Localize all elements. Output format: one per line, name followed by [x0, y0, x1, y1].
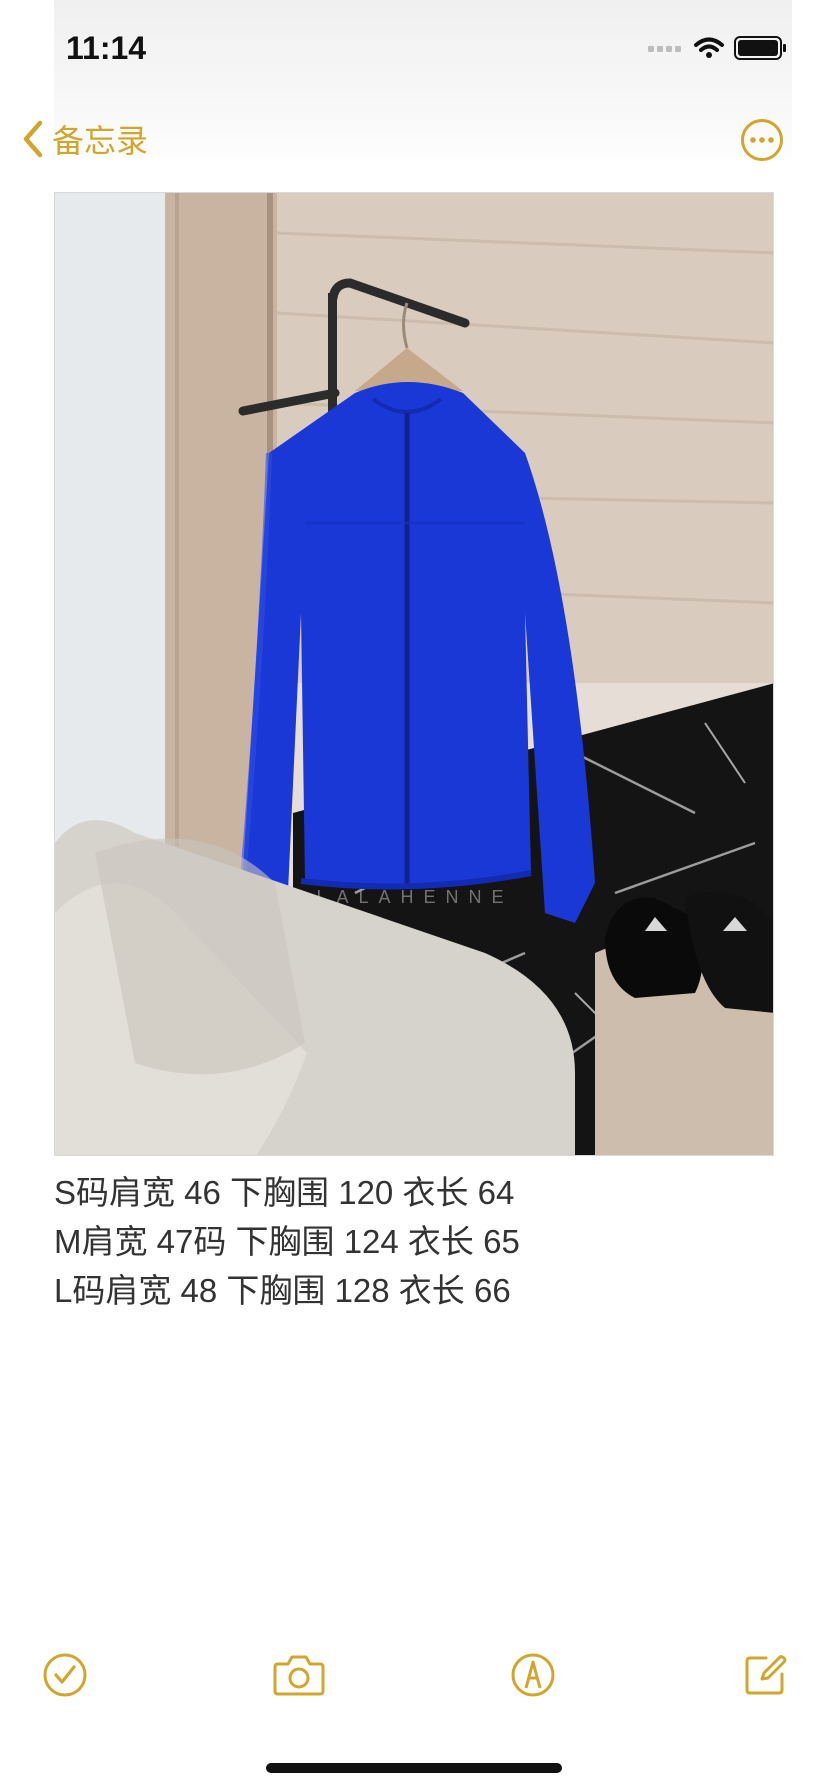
- markup-icon: [511, 1653, 555, 1697]
- checklist-icon: [43, 1653, 87, 1697]
- note-body[interactable]: S码肩宽 46 下胸围 120 衣长 64 M肩宽 47码 下胸围 124 衣长…: [54, 1168, 774, 1315]
- back-label: 备忘录: [52, 123, 149, 159]
- cellular-signal-icon: [648, 39, 684, 57]
- compose-icon: [745, 1655, 787, 1695]
- compose-button[interactable]: [742, 1652, 788, 1703]
- camera-icon: [273, 1655, 325, 1696]
- status-bar: 11:14: [54, 0, 792, 96]
- note-line: L码肩宽 48 下胸围 128 衣长 66: [54, 1272, 511, 1309]
- checklist-button[interactable]: [42, 1652, 88, 1703]
- more-button[interactable]: [740, 118, 784, 167]
- markup-button[interactable]: [510, 1652, 556, 1703]
- note-line: S码肩宽 46 下胸围 120 衣长 64: [54, 1174, 515, 1211]
- nav-bar: [54, 96, 792, 158]
- wifi-icon: [694, 37, 724, 58]
- note-image[interactable]: LALAHENNE: [54, 192, 774, 1156]
- jacket-photo: LALAHENNE: [55, 193, 773, 1155]
- chevron-left-icon: [23, 120, 43, 158]
- home-indicator[interactable]: [266, 1763, 562, 1773]
- status-time: 11:14: [66, 30, 147, 66]
- note-line: M肩宽 47码 下胸围 124 衣长 65: [54, 1223, 520, 1260]
- ellipsis-circle-icon: [741, 119, 783, 161]
- status-icons: [648, 36, 786, 60]
- camera-button[interactable]: [272, 1652, 326, 1703]
- photo-watermark: LALAHENNE: [316, 887, 513, 907]
- back-button[interactable]: 备忘录: [22, 116, 148, 162]
- battery-icon: [734, 36, 786, 60]
